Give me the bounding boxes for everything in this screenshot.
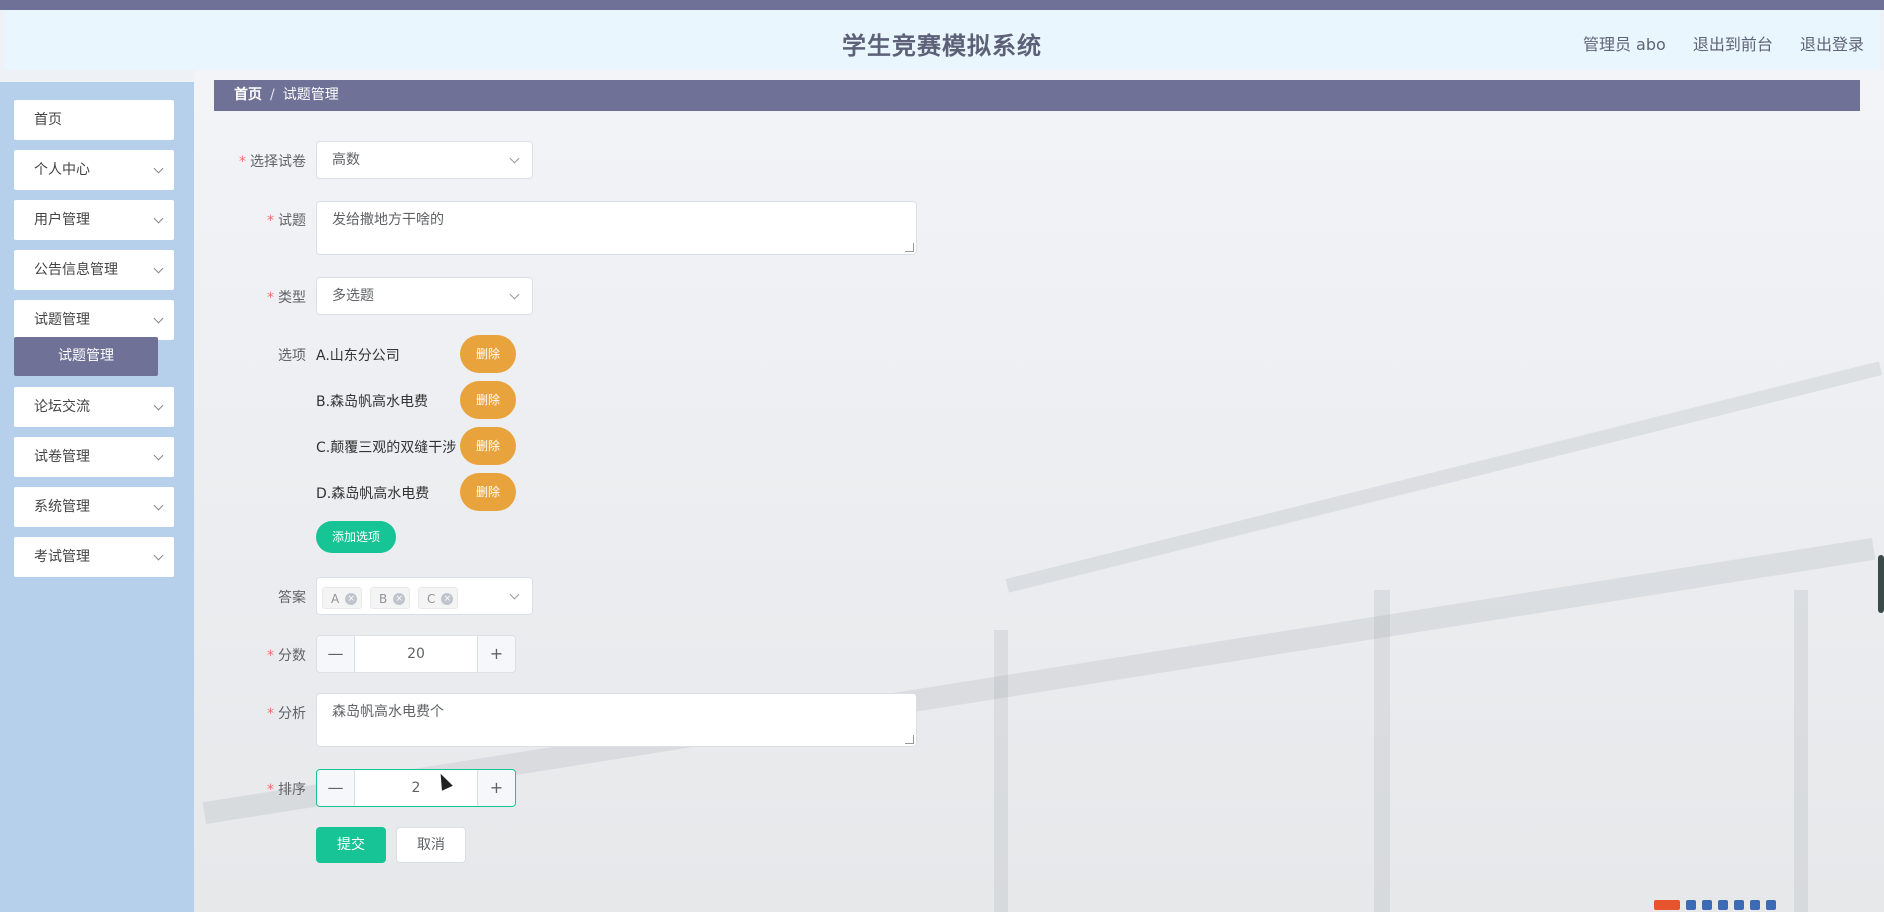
chevron-down-icon bbox=[153, 263, 164, 274]
background-post bbox=[994, 630, 1008, 912]
score-decrement-button[interactable]: — bbox=[317, 636, 355, 672]
type-select[interactable]: 多选题 bbox=[316, 277, 533, 315]
tray-icon[interactable] bbox=[1702, 900, 1712, 910]
breadcrumb: 首页 / 试题管理 bbox=[214, 80, 1860, 111]
answer-tag-a: A × bbox=[322, 587, 363, 609]
sidebar-item-label: 考试管理 bbox=[34, 549, 90, 565]
sidebar-item-system-management[interactable]: 系统管理 bbox=[14, 487, 174, 527]
score-increment-button[interactable]: + bbox=[477, 636, 515, 672]
option-c-text: C.颠覆三观的双缝干涉 bbox=[316, 440, 457, 456]
chevron-down-icon bbox=[153, 213, 164, 224]
sidebar-item-label: 论坛交流 bbox=[34, 399, 90, 415]
delete-option-c-button[interactable]: 删除 bbox=[460, 427, 516, 465]
paper-select-value: 高数 bbox=[332, 152, 360, 168]
sidebar-item-forum[interactable]: 论坛交流 bbox=[14, 387, 174, 427]
chevron-down-icon bbox=[153, 450, 164, 461]
system-tray bbox=[1654, 898, 1884, 912]
exit-to-front-link[interactable]: 退出到前台 bbox=[1693, 35, 1773, 54]
delete-option-a-button[interactable]: 删除 bbox=[460, 335, 516, 373]
analysis-value: 森岛帆高水电费个 bbox=[332, 704, 444, 720]
order-decrement-button[interactable]: — bbox=[317, 770, 355, 806]
paper-label: * 选择试卷 bbox=[239, 154, 306, 170]
resize-handle-icon[interactable] bbox=[905, 735, 914, 744]
scrollbar-thumb[interactable] bbox=[1878, 555, 1884, 613]
logout-link[interactable]: 退出登录 bbox=[1800, 35, 1864, 54]
option-d-text: D.森岛帆高水电费 bbox=[316, 486, 430, 502]
app-header: 学生竞赛模拟系统 管理员 abo 退出到前台 退出登录 bbox=[4, 10, 1880, 70]
sidebar-item-announcements[interactable]: 公告信息管理 bbox=[14, 250, 174, 290]
score-label: * 分数 bbox=[267, 648, 306, 664]
order-increment-button[interactable]: + bbox=[477, 770, 515, 806]
sidebar-item-label: 首页 bbox=[34, 112, 62, 128]
delete-option-d-button[interactable]: 删除 bbox=[460, 473, 516, 511]
answer-label: 答案 bbox=[278, 590, 306, 606]
tray-icon[interactable] bbox=[1750, 900, 1760, 910]
type-select-value: 多选题 bbox=[332, 288, 374, 304]
close-icon[interactable]: × bbox=[441, 593, 454, 605]
chevron-down-icon bbox=[153, 163, 164, 174]
close-icon[interactable]: × bbox=[393, 593, 406, 605]
question-textarea[interactable]: 发给撒地方干啥的 bbox=[316, 201, 917, 255]
chevron-down-icon bbox=[509, 153, 520, 164]
sidebar-item-personal-center[interactable]: 个人中心 bbox=[14, 150, 174, 190]
cancel-button[interactable]: 取消 bbox=[396, 827, 466, 863]
option-a-text: A.山东分公司 bbox=[316, 348, 400, 364]
resize-handle-icon[interactable] bbox=[905, 243, 914, 252]
paper-select[interactable]: 高数 bbox=[316, 141, 533, 179]
background-post bbox=[1794, 590, 1808, 912]
sidebar-item-label: 试题管理 bbox=[34, 312, 90, 328]
sidebar-item-question-management[interactable]: 试题管理 bbox=[14, 300, 174, 340]
chevron-down-icon bbox=[153, 400, 164, 411]
option-b-text: B.森岛帆高水电费 bbox=[316, 394, 429, 410]
breadcrumb-home[interactable]: 首页 bbox=[234, 87, 262, 103]
question-label: * 试题 bbox=[267, 213, 306, 229]
sidebar-item-paper-management[interactable]: 试卷管理 bbox=[14, 437, 174, 477]
sidebar-item-label: 系统管理 bbox=[34, 499, 90, 515]
top-stripe bbox=[0, 0, 1884, 10]
sidebar-item-user-management[interactable]: 用户管理 bbox=[14, 200, 174, 240]
delete-option-b-button[interactable]: 删除 bbox=[460, 381, 516, 419]
answer-multiselect[interactable]: A × B × C × bbox=[316, 577, 533, 615]
sidebar-item-label: 公告信息管理 bbox=[34, 262, 118, 278]
admin-user-label[interactable]: 管理员 abo bbox=[1583, 35, 1666, 54]
submit-button[interactable]: 提交 bbox=[316, 827, 386, 863]
type-label: * 类型 bbox=[267, 290, 306, 306]
breadcrumb-separator: / bbox=[270, 87, 275, 103]
sidebar-item-label: 试卷管理 bbox=[34, 449, 90, 465]
answer-tag-b: B × bbox=[370, 587, 411, 609]
chevron-down-icon bbox=[153, 550, 164, 561]
options-label: 选项 bbox=[278, 348, 306, 364]
sidebar-item-home[interactable]: 首页 bbox=[14, 100, 174, 140]
answer-tag-c: C × bbox=[418, 587, 459, 609]
question-value: 发给撒地方干啥的 bbox=[332, 212, 444, 228]
tray-icon[interactable] bbox=[1686, 900, 1696, 910]
analysis-label: * 分析 bbox=[267, 706, 306, 722]
chevron-down-icon bbox=[509, 289, 520, 300]
sidebar: 首页 个人中心 用户管理 公告信息管理 试题管理 试题管理 论坛交流 试卷管理 … bbox=[0, 82, 194, 912]
sidebar-item-label: 用户管理 bbox=[34, 212, 90, 228]
tray-icon[interactable] bbox=[1718, 900, 1728, 910]
chevron-down-icon bbox=[153, 313, 164, 324]
sidebar-item-exam-management[interactable]: 考试管理 bbox=[14, 537, 174, 577]
analysis-textarea[interactable]: 森岛帆高水电费个 bbox=[316, 693, 917, 747]
chevron-down-icon bbox=[509, 589, 520, 600]
ime-icon[interactable] bbox=[1654, 900, 1680, 910]
chevron-down-icon bbox=[153, 500, 164, 511]
order-stepper[interactable]: — 2 + bbox=[316, 769, 516, 807]
background-post bbox=[1374, 590, 1390, 912]
score-stepper[interactable]: — 20 + bbox=[316, 635, 516, 673]
order-value[interactable]: 2 bbox=[355, 770, 477, 806]
tray-icon[interactable] bbox=[1734, 900, 1744, 910]
breadcrumb-current: 试题管理 bbox=[282, 87, 339, 103]
header-links: 管理员 abo 退出到前台 退出登录 bbox=[1583, 31, 1864, 55]
order-label: * 排序 bbox=[267, 782, 306, 798]
tray-icon[interactable] bbox=[1766, 900, 1776, 910]
submenu-question-management[interactable]: 试题管理 bbox=[14, 337, 158, 376]
sidebar-item-label: 个人中心 bbox=[34, 162, 90, 178]
add-option-button[interactable]: 添加选项 bbox=[316, 521, 396, 553]
close-icon[interactable]: × bbox=[345, 593, 358, 605]
score-value[interactable]: 20 bbox=[355, 636, 477, 672]
